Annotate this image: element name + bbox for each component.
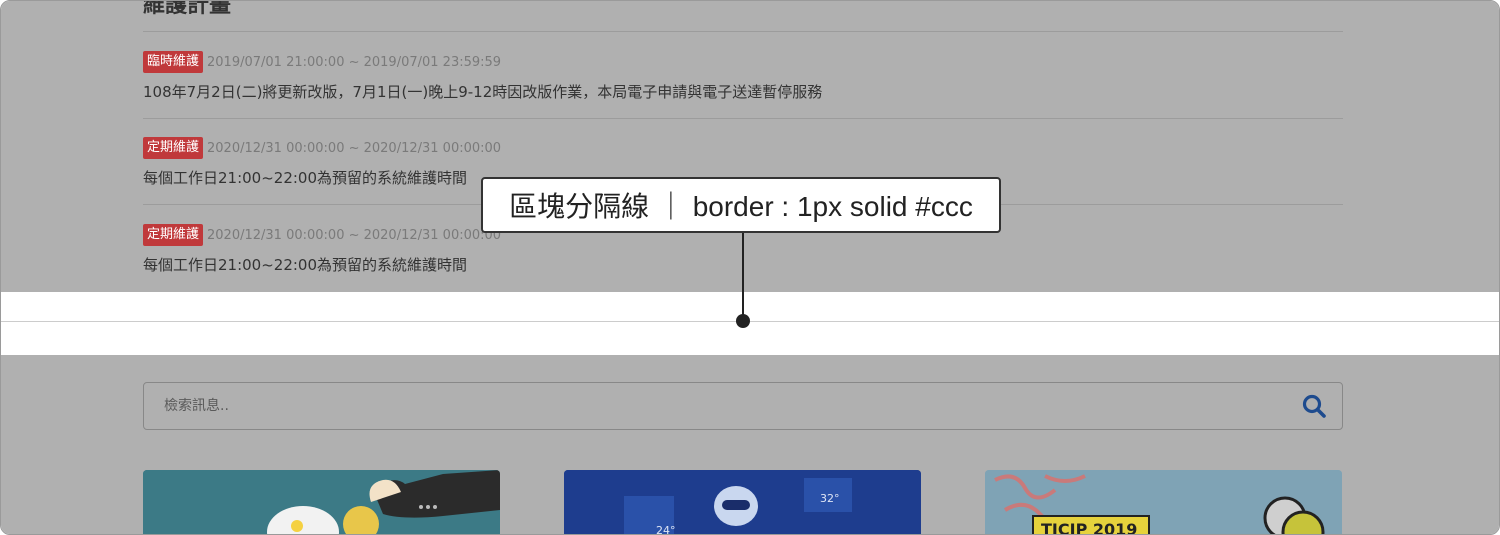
section-title: 維護計畫	[143, 0, 232, 18]
card-image: TICIP 2019	[985, 470, 1342, 535]
temperature-label: 24°	[656, 524, 676, 535]
search-bar	[143, 382, 1343, 430]
search-icon	[1302, 394, 1326, 418]
title-divider	[143, 31, 1343, 32]
status-badge: 定期維護	[143, 224, 204, 246]
card-image: 24° 32°	[564, 470, 921, 535]
annotation-text: 區塊分隔線 ｜ border : 1px solid #ccc	[509, 191, 973, 222]
time-range: 2020/12/31 00:00:00 ~ 2020/12/31 00:00:0…	[207, 227, 502, 243]
card-title: TICIP 2019	[1041, 520, 1137, 535]
highlighted-separator-area	[1, 292, 1499, 355]
temperature-label: 32°	[820, 492, 840, 505]
section-separator-line	[1, 321, 1499, 322]
item-divider	[143, 118, 1343, 119]
screenshot-frame: 維護計畫 臨時維護 2019/07/01 21:00:00 ~ 2019/07/…	[0, 0, 1500, 535]
time-range: 2019/07/01 21:00:00 ~ 2019/07/01 23:59:5…	[207, 54, 502, 70]
annotation-pointer-dot	[736, 314, 750, 328]
annotation-pointer-line	[742, 233, 744, 319]
feature-card[interactable]	[143, 470, 500, 534]
status-badge: 定期維護	[143, 137, 204, 159]
card-image	[143, 470, 500, 534]
time-range: 2020/12/31 00:00:00 ~ 2020/12/31 00:00:0…	[207, 140, 502, 156]
maintenance-item: 臨時維護 2019/07/01 21:00:00 ~ 2019/07/01 23…	[143, 51, 1343, 102]
search-input[interactable]	[144, 382, 1294, 430]
feature-card[interactable]: 24° 32°	[564, 470, 921, 535]
status-badge: 臨時維護	[143, 51, 204, 73]
feature-card[interactable]: TICIP 2019	[985, 470, 1342, 535]
search-button[interactable]	[1294, 386, 1334, 426]
item-description: 108年7月2日(二)將更新改版，7月1日(一)晚上9-12時因改版作業，本局電…	[143, 83, 823, 101]
annotation-callout: 區塊分隔線 ｜ border : 1px solid #ccc	[481, 177, 1001, 233]
